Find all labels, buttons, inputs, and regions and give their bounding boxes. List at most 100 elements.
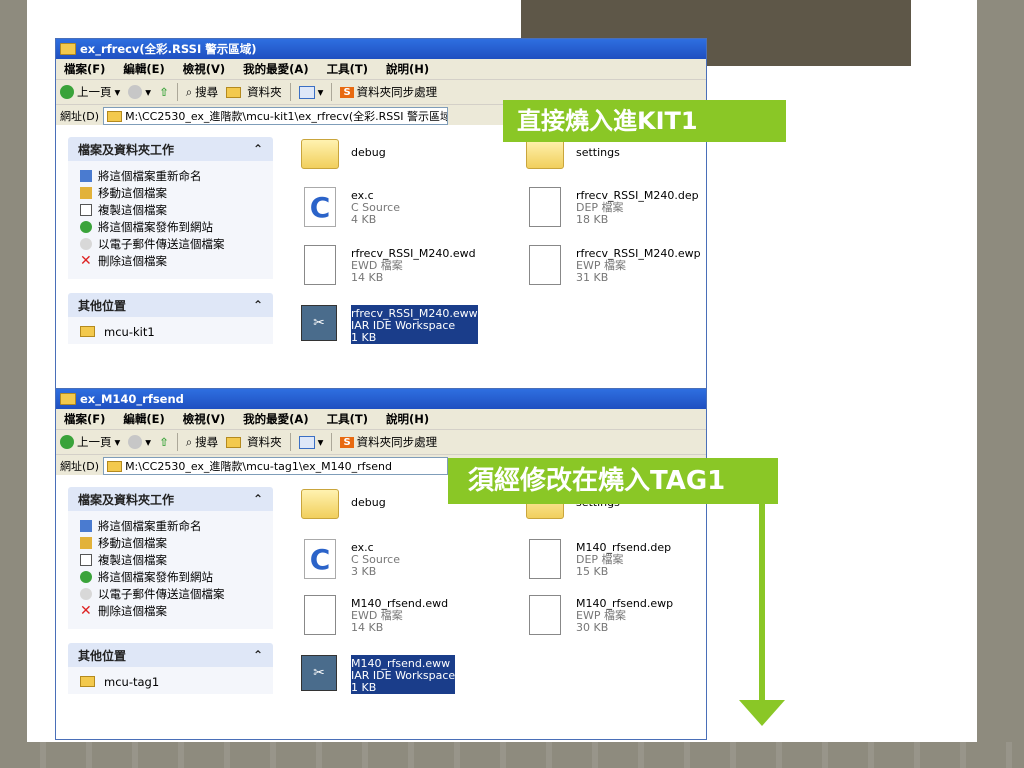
other-places-header[interactable]: 其他位置 ⌃ bbox=[68, 643, 273, 667]
task-copy[interactable]: 複製這個檔案 bbox=[80, 201, 263, 218]
window-title: ex_rfrecv(全彩.RSSI 警示區域) bbox=[80, 42, 257, 56]
task-copy[interactable]: 複製這個檔案 bbox=[80, 551, 263, 568]
task-email[interactable]: 以電子郵件傳送這個檔案 bbox=[80, 235, 263, 252]
sync-button[interactable]: S 資料夾同步處理 bbox=[340, 434, 437, 450]
file-size: 1 KB bbox=[351, 681, 377, 694]
file-name: debug bbox=[351, 496, 386, 509]
explorer-window-rfsend[interactable]: ex_M140_rfsend 檔案(F) 編輯(E) 檢視(V) 我的最愛(A)… bbox=[55, 388, 707, 740]
globe-icon bbox=[80, 570, 92, 583]
back-button[interactable]: 上一頁 ▾ bbox=[60, 84, 120, 100]
address-label: 網址(D) bbox=[60, 460, 100, 473]
down-arrow-icon bbox=[739, 700, 785, 726]
views-button[interactable]: ▾ bbox=[298, 85, 323, 99]
menu-view[interactable]: 檢視(V) bbox=[183, 61, 225, 77]
folder-icon bbox=[107, 110, 123, 122]
task-email[interactable]: 以電子郵件傳送這個檔案 bbox=[80, 585, 263, 602]
task-publish[interactable]: 將這個檔案發佈到網站 bbox=[80, 568, 263, 585]
address-input[interactable]: M:\CC2530_ex_進階款\mcu-tag1\ex_M140_rfsend bbox=[103, 457, 449, 475]
collapse-icon[interactable]: ⌃ bbox=[253, 648, 263, 662]
menu-file[interactable]: 檔案(F) bbox=[64, 411, 105, 427]
folders-icon bbox=[226, 436, 242, 448]
task-pane: 檔案及資料夾工作 ⌃ 將這個檔案重新命名 移動這個檔案 複製這個檔案 將這個檔案發… bbox=[68, 137, 273, 344]
file-item[interactable]: rfrecv_RSSI_M240.ewp EWP 檔案 31 KB bbox=[526, 245, 701, 285]
file-item[interactable]: debug bbox=[301, 483, 386, 521]
task-delete[interactable]: ✕ 刪除這個檔案 bbox=[80, 602, 263, 619]
tasks-panel-body: 將這個檔案重新命名 移動這個檔案 複製這個檔案 將這個檔案發佈到網站 以電子郵件… bbox=[68, 161, 273, 279]
window-titlebar[interactable]: ex_rfrecv(全彩.RSSI 警示區域) bbox=[56, 39, 706, 59]
folder-icon bbox=[60, 43, 76, 55]
tasks-panel-title: 檔案及資料夾工作 bbox=[78, 492, 175, 507]
menu-view[interactable]: 檢視(V) bbox=[183, 411, 225, 427]
task-label: 刪除這個檔案 bbox=[98, 603, 167, 618]
file-item[interactable]: Cex.c C Source 4 KB bbox=[301, 187, 400, 227]
file-name: debug bbox=[351, 146, 386, 159]
file-item-selected[interactable]: ✂ M140_rfsend.eww IAR IDE Workspace 1 KB bbox=[301, 655, 456, 694]
collapse-icon[interactable]: ⌃ bbox=[253, 298, 263, 312]
forward-button[interactable]: ▾ bbox=[128, 85, 151, 99]
other-place-item[interactable]: mcu-tag1 bbox=[80, 673, 263, 690]
address-input[interactable]: M:\CC2530_ex_進階款\mcu-kit1\ex_rfrecv(全彩.R… bbox=[103, 107, 449, 125]
email-icon bbox=[80, 587, 92, 600]
menu-tools[interactable]: 工具(T) bbox=[327, 411, 368, 427]
other-places-header[interactable]: 其他位置 ⌃ bbox=[68, 293, 273, 317]
up-folder-button[interactable]: ⇧ bbox=[159, 85, 169, 99]
collapse-icon[interactable]: ⌃ bbox=[253, 142, 263, 156]
file-item[interactable]: Cex.c C Source 3 KB bbox=[301, 539, 400, 579]
task-label: 複製這個檔案 bbox=[98, 202, 167, 217]
folders-button[interactable]: 資料夾 bbox=[226, 434, 282, 450]
collapse-icon[interactable]: ⌃ bbox=[253, 492, 263, 506]
folders-icon bbox=[226, 86, 242, 98]
task-label: 移動這個檔案 bbox=[98, 535, 167, 550]
search-button[interactable]: ⌕ 搜尋 bbox=[186, 84, 218, 100]
task-label: 刪除這個檔案 bbox=[98, 253, 167, 268]
task-move[interactable]: 移動這個檔案 bbox=[80, 184, 263, 201]
file-item[interactable]: M140_rfsend.ewd EWD 檔案 14 KB bbox=[301, 595, 448, 635]
file-item[interactable]: M140_rfsend.dep DEP 檔案 15 KB bbox=[526, 539, 671, 579]
explorer-window-rfrecv[interactable]: ex_rfrecv(全彩.RSSI 警示區域) 檔案(F) 編輯(E) 檢視(V… bbox=[55, 38, 707, 390]
file-item[interactable]: debug bbox=[301, 133, 386, 171]
explorer-content: 檔案及資料夾工作 ⌃ 將這個檔案重新命名 移動這個檔案 複製這個檔案 將這個檔案發… bbox=[56, 125, 706, 389]
up-folder-icon: ⇧ bbox=[159, 435, 169, 449]
views-button[interactable]: ▾ bbox=[298, 435, 323, 449]
document-icon bbox=[526, 539, 564, 579]
tasks-panel-header[interactable]: 檔案及資料夾工作 ⌃ bbox=[68, 137, 273, 161]
toolbar-separator bbox=[331, 83, 333, 101]
other-places-title: 其他位置 bbox=[78, 298, 127, 313]
task-label: 將這個檔案發佈到網站 bbox=[98, 219, 213, 234]
folder-icon bbox=[107, 460, 123, 472]
folders-button[interactable]: 資料夾 bbox=[226, 84, 282, 100]
document-icon bbox=[301, 245, 339, 285]
menu-favorites[interactable]: 我的最愛(A) bbox=[243, 61, 308, 77]
search-button[interactable]: ⌕ 搜尋 bbox=[186, 434, 218, 450]
file-item[interactable]: rfrecv_RSSI_M240.ewd EWD 檔案 14 KB bbox=[301, 245, 476, 285]
tasks-panel-header[interactable]: 檔案及資料夾工作 ⌃ bbox=[68, 487, 273, 511]
file-item[interactable]: rfrecv_RSSI_M240.dep DEP 檔案 18 KB bbox=[526, 187, 699, 227]
file-item[interactable]: M140_rfsend.ewp EWP 檔案 30 KB bbox=[526, 595, 673, 635]
menu-bar: 檔案(F) 編輯(E) 檢視(V) 我的最愛(A) 工具(T) 說明(H) bbox=[56, 409, 706, 430]
other-places-body: mcu-tag1 bbox=[68, 667, 273, 694]
task-rename[interactable]: 將這個檔案重新命名 bbox=[80, 167, 263, 184]
task-move[interactable]: 移動這個檔案 bbox=[80, 534, 263, 551]
task-delete[interactable]: ✕ 刪除這個檔案 bbox=[80, 252, 263, 269]
other-place-item[interactable]: mcu-kit1 bbox=[80, 323, 263, 340]
menu-edit[interactable]: 編輯(E) bbox=[123, 61, 164, 77]
window-titlebar[interactable]: ex_M140_rfsend bbox=[56, 389, 706, 409]
file-name: settings bbox=[576, 146, 620, 159]
rename-icon bbox=[80, 519, 92, 532]
menu-tools[interactable]: 工具(T) bbox=[327, 61, 368, 77]
menu-favorites[interactable]: 我的最愛(A) bbox=[243, 411, 308, 427]
back-button[interactable]: 上一頁 ▾ bbox=[60, 434, 120, 450]
menu-help[interactable]: 說明(H) bbox=[386, 411, 429, 427]
document-icon bbox=[526, 245, 564, 285]
menu-file[interactable]: 檔案(F) bbox=[64, 61, 105, 77]
tasks-panel-body: 將這個檔案重新命名 移動這個檔案 複製這個檔案 將這個檔案發佈到網站 以電子郵件… bbox=[68, 511, 273, 629]
task-publish[interactable]: 將這個檔案發佈到網站 bbox=[80, 218, 263, 235]
task-rename[interactable]: 將這個檔案重新命名 bbox=[80, 517, 263, 534]
annotation-modify-tag1: 須經修改在燒入TAG1 bbox=[448, 458, 778, 504]
file-item-selected[interactable]: ✂ rfrecv_RSSI_M240.eww IAR IDE Workspace 1 … bbox=[301, 305, 478, 344]
menu-edit[interactable]: 編輯(E) bbox=[123, 411, 164, 427]
up-folder-button[interactable]: ⇧ bbox=[159, 435, 169, 449]
sync-button[interactable]: S 資料夾同步處理 bbox=[340, 84, 437, 100]
forward-button[interactable]: ▾ bbox=[128, 435, 151, 449]
menu-help[interactable]: 說明(H) bbox=[386, 61, 429, 77]
